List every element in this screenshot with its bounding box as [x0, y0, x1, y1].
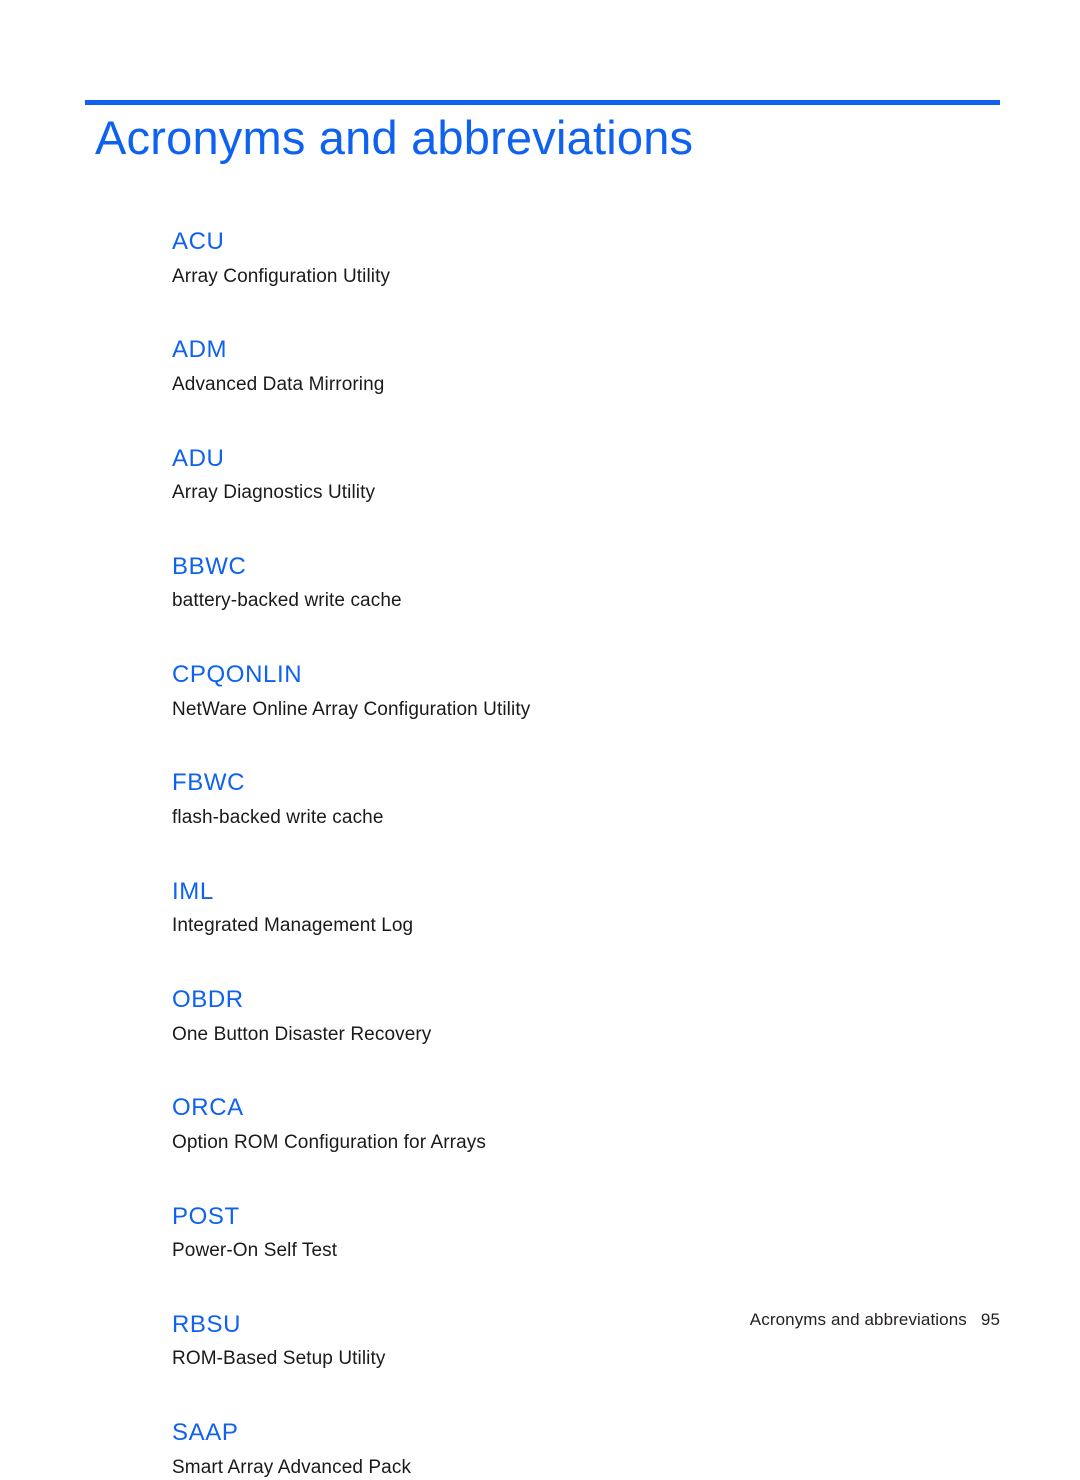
glossary-definition: Array Configuration Utility — [172, 265, 391, 287]
glossary-entry: POST Power-On Self Test — [172, 1203, 972, 1264]
glossary-definition: battery-backed write cache — [172, 590, 402, 612]
footer-chapter-label: Acronyms and abbreviations — [749, 1310, 967, 1329]
glossary-term: SAAP — [172, 1419, 239, 1447]
glossary-entry: BBWC battery-backed write cache — [172, 553, 972, 614]
glossary-term: ACU — [172, 228, 225, 255]
glossary-entry: OBDR One Button Disaster Recovery — [172, 986, 972, 1047]
glossary-term: ADM — [172, 336, 228, 364]
glossary-term: CPQONLIN — [172, 661, 303, 689]
document-page: Acronyms and abbreviations ACU Array Conf… — [0, 0, 1080, 1478]
page-footer: Acronyms and abbreviations 95 — [85, 1310, 1000, 1330]
glossary-term: OBDR — [172, 985, 244, 1013]
glossary-definition: flash-backed write cache — [172, 807, 384, 828]
glossary-definition: Smart Array Advanced Pack — [172, 1456, 412, 1478]
glossary-definition: Integrated Management Log — [172, 915, 414, 937]
glossary-definition: Array Diagnostics Utility — [172, 482, 376, 504]
glossary-list: ACU Array Configuration Utility ADM Advance… — [172, 228, 972, 1480]
glossary-definition: Option ROM Configuration for Arrays — [172, 1131, 486, 1153]
glossary-definition: Advanced Data Mirroring — [172, 373, 385, 395]
glossary-term: ADU — [172, 444, 225, 472]
page-header: Acronyms and abbreviations — [85, 100, 1000, 165]
glossary-entry: ADU Array Diagnostics Utility — [172, 445, 972, 506]
glossary-term: FBWC — [172, 769, 246, 797]
footer-page-number: 95 — [980, 1310, 1000, 1329]
glossary-definition: NetWare Online Array Configuration Utili… — [172, 698, 531, 720]
page-title: Acronyms and abbreviations — [95, 111, 694, 164]
glossary-definition: Power-On Self Test — [172, 1240, 338, 1262]
glossary-entry: CPQONLIN NetWare Online Array Configurati… — [172, 661, 972, 722]
glossary-definition: One Button Disaster Recovery — [172, 1023, 432, 1045]
glossary-entry: ORCA Option ROM Configuration for Arrays — [172, 1094, 972, 1155]
glossary-entry: ACU Array Configuration Utility — [172, 228, 972, 289]
glossary-term: IML — [172, 877, 214, 905]
glossary-term: POST — [172, 1202, 240, 1230]
glossary-entry: SAAP Smart Array Advanced Pack — [172, 1419, 972, 1480]
glossary-term: BBWC — [172, 552, 247, 580]
glossary-term: ORCA — [172, 1094, 244, 1122]
glossary-entry: FBWC flash-backed write cache — [172, 769, 972, 830]
glossary-definition: ROM-Based Setup Utility — [172, 1348, 386, 1370]
glossary-entry: IML Integrated Management Log — [172, 878, 972, 939]
glossary-entry: ADM Advanced Data Mirroring — [172, 336, 972, 397]
